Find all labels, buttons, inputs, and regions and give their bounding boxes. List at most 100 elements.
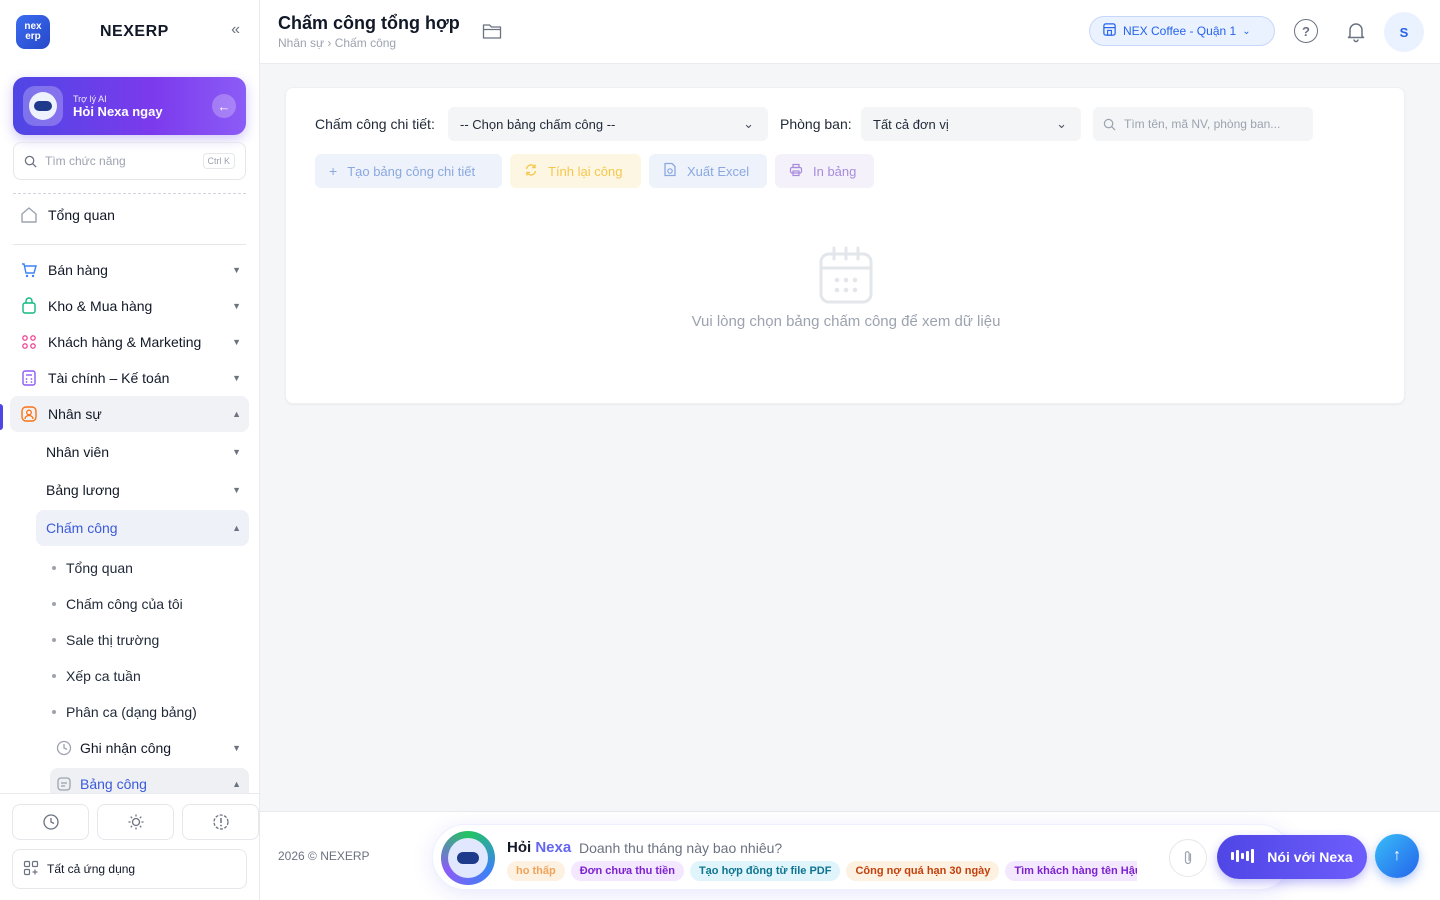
sidebar-item-timekeeping[interactable]: Chấm công ▲ — [36, 510, 249, 546]
sidebar-item-label: Bảng lương — [46, 482, 120, 498]
sidebar-item-attendance-records[interactable]: Ghi nhận công ▼ — [50, 732, 249, 764]
collapse-sidebar-icon[interactable]: « — [231, 21, 240, 39]
sidebar-search-input[interactable]: Tìm chức năng Ctrl K — [13, 142, 246, 180]
chevron-down-icon: ▼ — [232, 301, 241, 311]
sidebar-item-sales[interactable]: Bán hàng ▼ — [10, 252, 249, 288]
divider — [13, 193, 246, 194]
send-button[interactable]: ↑ — [1375, 834, 1419, 878]
arrow-up-icon: ↑ — [1393, 847, 1401, 864]
sidebar-item-employees[interactable]: Nhân viên ▼ — [36, 434, 249, 470]
ask-nexa-card[interactable]: Trợ lý AI Hỏi Nexa ngay ← — [13, 77, 246, 135]
help-icon[interactable]: ? — [1294, 19, 1318, 43]
suggestion-chip[interactable]: Tạo hợp đồng từ file PDF — [689, 861, 841, 881]
arrow-left-icon[interactable]: ← — [212, 94, 236, 118]
bag-icon — [20, 297, 38, 315]
alert-button[interactable] — [182, 804, 259, 840]
sidebar-leaf-shift-table[interactable]: Phân ca (dạng bảng) — [52, 697, 197, 727]
clock-icon — [56, 740, 72, 756]
store-selector[interactable]: NEX Coffee - Quận 1 ⌄ — [1089, 16, 1275, 46]
sidebar-item-hr[interactable]: Nhân sự ▲ — [10, 396, 249, 432]
timesheet-panel: Chấm công chi tiết: -- Chọn bảng chấm cô… — [285, 87, 1405, 404]
recalculate-button[interactable]: Tính lại công — [510, 154, 641, 188]
all-apps-button[interactable]: Tất cả ứng dụng — [12, 849, 247, 889]
plus-icon: + — [329, 163, 338, 179]
chevron-down-icon: ▼ — [232, 265, 241, 275]
theme-toggle-button[interactable] — [97, 804, 174, 840]
sidebar-item-label: Nhân viên — [46, 444, 110, 460]
button-label: Tạo bảng công chi tiết — [347, 163, 476, 179]
history-button[interactable] — [12, 804, 89, 840]
department-select[interactable]: Tất cả đơn vị ⌄ — [861, 107, 1081, 141]
sidebar-leaf-weekly-shifts[interactable]: Xếp ca tuần — [52, 661, 141, 691]
sidebar-item-label: Bán hàng — [48, 262, 108, 278]
bell-icon[interactable] — [1344, 19, 1368, 43]
sidebar-item-label: Ghi nhận công — [80, 740, 172, 756]
empty-state-message: Vui lòng chọn bảng chấm công để xem dữ l… — [691, 313, 1001, 330]
shortcut-hint: Ctrl K — [202, 153, 235, 169]
brand: nex erp NEXERP « — [16, 15, 246, 49]
chevron-down-icon: ⌄ — [743, 116, 754, 131]
chevron-down-icon: ▼ — [232, 447, 241, 457]
ask-prefix: Hỏi — [507, 839, 532, 856]
paperclip-icon — [1184, 851, 1192, 865]
clock-icon — [42, 814, 59, 830]
printer-icon — [789, 163, 803, 180]
robot-icon — [29, 92, 57, 120]
sidebar-item-label: Tổng quan — [48, 207, 115, 223]
chevron-down-icon: ▼ — [232, 337, 241, 347]
user-avatar[interactable]: S — [1384, 12, 1424, 52]
sidebar-leaf-field-sales[interactable]: Sale thị trường — [52, 625, 159, 655]
ask-nexa-bar: Hỏi Nexa Doanh thu tháng này bao nhiêu? … — [432, 824, 1367, 890]
ask-title: Hỏi Nexa — [507, 839, 571, 856]
timesheet-select[interactable]: -- Chọn bảng chấm công -- ⌄ — [448, 107, 768, 141]
department-label: Phòng ban: — [780, 116, 852, 132]
sidebar-item-payroll[interactable]: Bảng lương ▼ — [36, 472, 249, 508]
chevron-down-icon: ⌄ — [1242, 25, 1251, 37]
chevron-down-icon: ▼ — [232, 743, 241, 753]
breadcrumb[interactable]: Nhân sự › Chấm công — [278, 36, 396, 50]
calendar-icon — [819, 246, 873, 304]
sidebar-item-overview[interactable]: Tổng quan — [10, 197, 249, 233]
suggestion-chip[interactable]: Công nợ quá hạn 30 ngày — [846, 861, 1000, 881]
sidebar-item-label: Tài chính – Kế toán — [48, 370, 170, 386]
attach-button[interactable] — [1169, 839, 1207, 877]
talk-button-label: Nói với Nexa — [1267, 849, 1353, 865]
employee-search-input[interactable]: Tìm tên, mã NV, phòng ban... — [1093, 107, 1313, 141]
waveform-icon — [1231, 848, 1257, 866]
sidebar-item-label: Bảng công — [80, 776, 147, 792]
sun-icon — [128, 814, 143, 830]
chevron-up-icon: ▲ — [232, 779, 241, 789]
suggestion-chip[interactable]: Đơn chưa thu tiền — [570, 861, 684, 881]
create-detail-timesheet-button[interactable]: + Tạo bảng công chi tiết — [315, 154, 502, 188]
suggestion-chip[interactable]: Tìm khách hàng tên Hậu — [1005, 861, 1137, 881]
sidebar-leaf-overview[interactable]: Tổng quan — [52, 553, 133, 583]
footer: 2026 © NEXERP Hỏi Nexa Doanh thu tháng n… — [260, 811, 1440, 900]
ask-input[interactable]: Doanh thu tháng này bao nhiêu? — [579, 840, 782, 856]
app-logo[interactable]: nex erp — [16, 15, 50, 49]
employee-search-placeholder: Tìm tên, mã NV, phòng ban... — [1124, 117, 1281, 131]
sidebar-leaf-my-timekeeping[interactable]: Chấm công của tôi — [52, 589, 183, 619]
export-excel-button[interactable]: Xuất Excel — [649, 154, 767, 188]
people-icon — [20, 333, 38, 351]
nexa-avatar[interactable] — [441, 831, 495, 885]
suggestion-chips: ho thấp Đơn chưa thu tiền Tạo hợp đồng từ … — [507, 861, 1137, 883]
button-label: In bảng — [813, 163, 857, 179]
suggestion-chip[interactable]: ho thấp — [507, 861, 565, 881]
talk-to-nexa-button[interactable]: Nói với Nexa — [1217, 835, 1367, 879]
table-icon — [56, 776, 72, 792]
grid-icon — [23, 860, 39, 879]
sidebar-item-finance[interactable]: Tài chính – Kế toán ▼ — [10, 360, 249, 396]
brand-name: NEXERP — [100, 23, 169, 40]
sidebar-item-label: Kho & Mua hàng — [48, 298, 153, 314]
sidebar-item-inventory[interactable]: Kho & Mua hàng ▼ — [10, 288, 249, 324]
folder-icon[interactable] — [482, 22, 502, 40]
print-button[interactable]: In bảng — [775, 154, 874, 188]
store-name: NEX Coffee - Quận 1 — [1123, 24, 1237, 38]
sidebar-item-customers[interactable]: Khách hàng & Marketing ▼ — [10, 324, 249, 360]
sidebar-item-label: Chấm công — [46, 520, 118, 536]
ai-avatar — [23, 86, 63, 126]
chevron-down-icon: ▼ — [232, 373, 241, 383]
all-apps-label: Tất cả ứng dụng — [47, 862, 136, 876]
cart-icon — [20, 261, 38, 279]
timesheet-select-value: -- Chọn bảng chấm công -- — [460, 116, 616, 132]
